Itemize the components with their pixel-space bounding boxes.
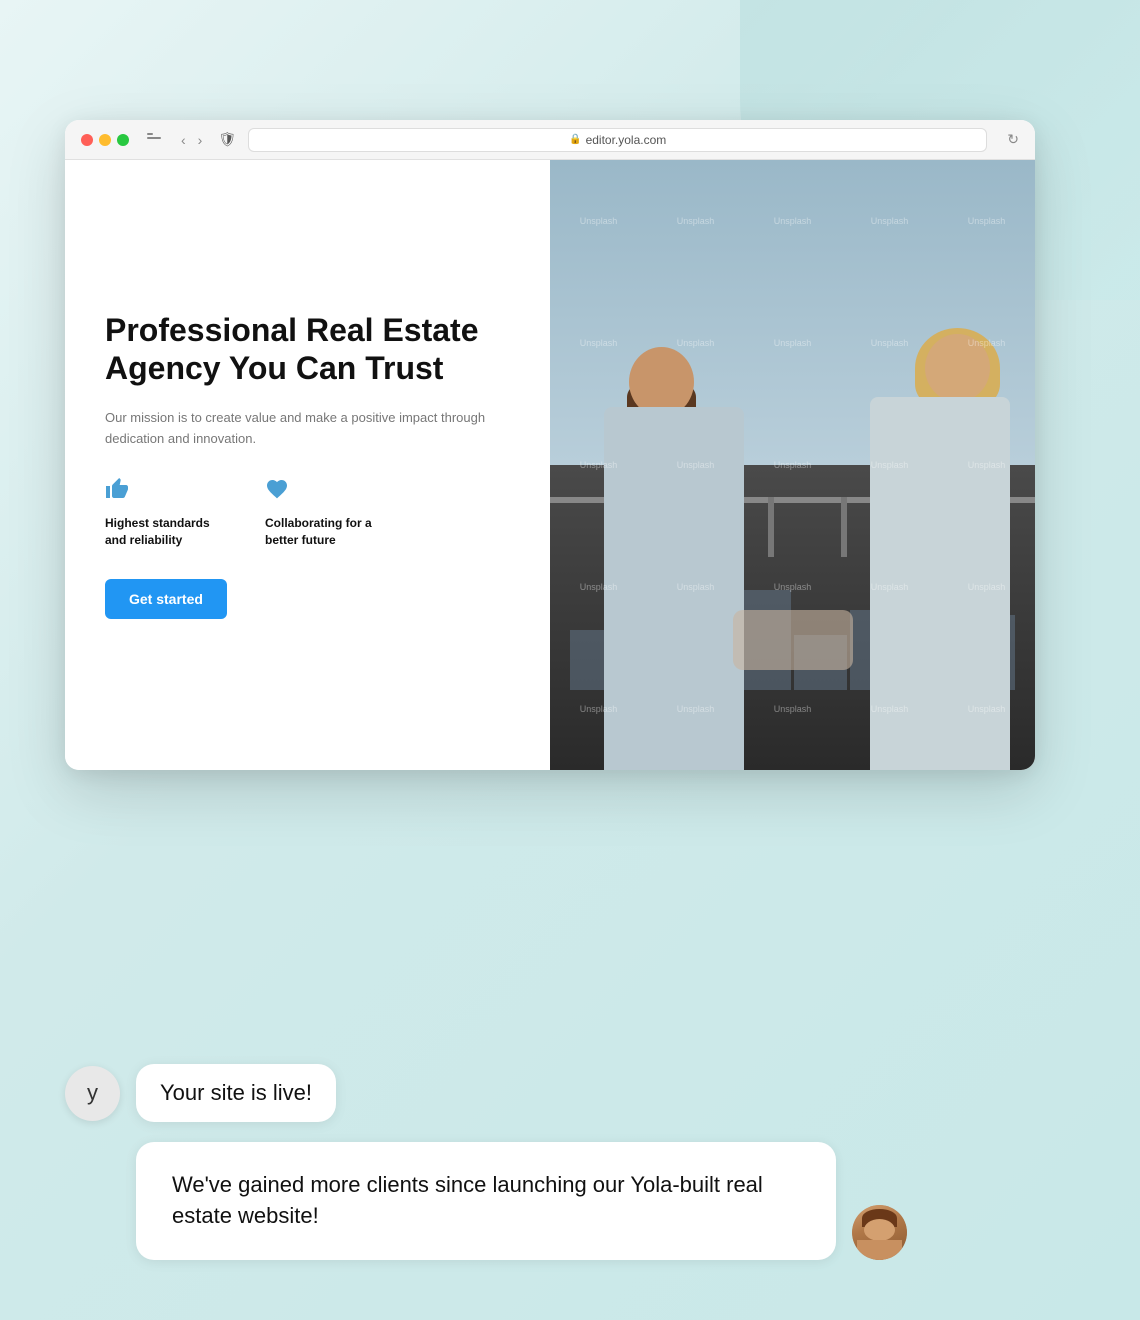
thumbs-up-icon bbox=[105, 477, 225, 507]
get-started-button[interactable]: Get started bbox=[105, 579, 227, 619]
chat-section: y Your site is live! We've gained more c… bbox=[65, 1064, 1035, 1260]
reload-icon[interactable]: ↻ bbox=[1007, 131, 1019, 148]
back-arrow[interactable]: ‹ bbox=[177, 130, 190, 150]
website-content: Professional Real Estate Agency You Can … bbox=[65, 160, 1035, 770]
browser-toolbar: ‹ › 🛡 🔒 editor.yola.com ↻ bbox=[65, 120, 1035, 160]
sidebar-icon[interactable] bbox=[147, 133, 165, 147]
yola-avatar-letter: y bbox=[87, 1080, 98, 1106]
feature-item-collaborating: Collaborating for a better future bbox=[265, 477, 385, 549]
user-avatar-image bbox=[852, 1205, 907, 1260]
url-text: editor.yola.com bbox=[586, 133, 667, 147]
person2-body bbox=[870, 397, 1010, 770]
website-right-panel: Unsplash Unsplash Unsplash Unsplash Unsp… bbox=[550, 160, 1035, 770]
features-row: Highest standards and reliability Collab… bbox=[105, 477, 510, 549]
nav-arrows: ‹ › bbox=[177, 130, 206, 150]
person1-body bbox=[604, 407, 744, 770]
feature-label-collaborating: Collaborating for a better future bbox=[265, 515, 385, 549]
photo-scene: Unsplash Unsplash Unsplash Unsplash Unsp… bbox=[550, 160, 1035, 770]
heart-icon bbox=[265, 477, 385, 507]
forward-arrow[interactable]: › bbox=[194, 130, 207, 150]
traffic-lights bbox=[81, 134, 129, 146]
yola-message-row: y Your site is live! bbox=[65, 1064, 1035, 1122]
person2 bbox=[820, 221, 1020, 770]
feature-label-standards: Highest standards and reliability bbox=[105, 515, 225, 549]
yola-bubble: Your site is live! bbox=[136, 1064, 336, 1122]
shield-icon: 🛡 bbox=[218, 131, 236, 148]
maximize-button[interactable] bbox=[117, 134, 129, 146]
yola-avatar: y bbox=[65, 1066, 120, 1121]
minimize-button[interactable] bbox=[99, 134, 111, 146]
close-button[interactable] bbox=[81, 134, 93, 146]
avatar-chin bbox=[857, 1240, 902, 1260]
website-left-panel: Professional Real Estate Agency You Can … bbox=[65, 160, 550, 770]
hero-title: Professional Real Estate Agency You Can … bbox=[105, 311, 510, 388]
feature-item-standards: Highest standards and reliability bbox=[105, 477, 225, 549]
handshake-area bbox=[733, 610, 853, 670]
person1 bbox=[589, 252, 789, 771]
lock-icon: 🔒 bbox=[569, 134, 581, 145]
hero-description: Our mission is to create value and make … bbox=[105, 408, 510, 450]
user-message-row: We've gained more clients since launchin… bbox=[65, 1142, 1035, 1260]
user-avatar bbox=[852, 1205, 907, 1260]
user-bubble: We've gained more clients since launchin… bbox=[136, 1142, 836, 1260]
avatar-face bbox=[864, 1219, 895, 1241]
browser-window: ‹ › 🛡 🔒 editor.yola.com ↻ Professional R… bbox=[65, 120, 1035, 770]
address-bar[interactable]: 🔒 editor.yola.com bbox=[248, 128, 987, 152]
